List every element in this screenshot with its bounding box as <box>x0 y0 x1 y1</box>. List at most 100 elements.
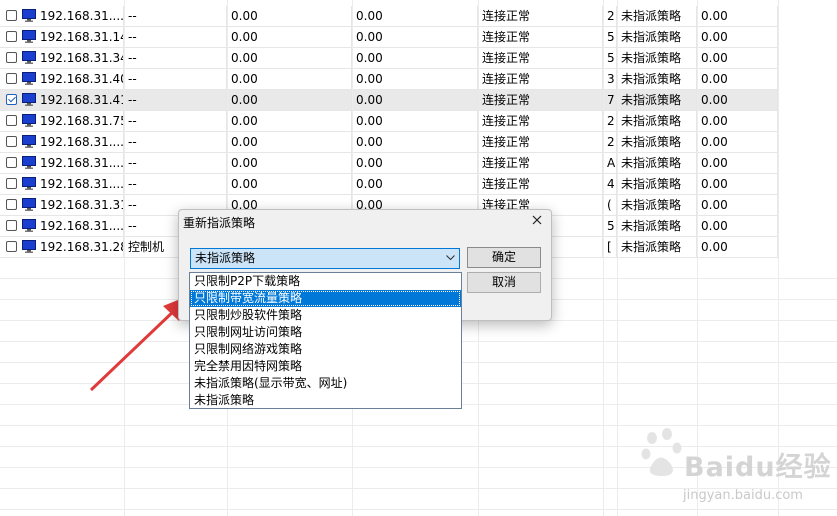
cell-v3: 0.00 <box>697 153 778 173</box>
cell-name: -- <box>124 69 227 89</box>
computer-icon <box>22 30 36 43</box>
table-row[interactable]: 192.168.31.... -- 0.00 0.00 连接正常 2 未指派策略 0.00 <box>0 132 778 153</box>
cell-name: -- <box>124 27 227 47</box>
cell-name: -- <box>124 90 227 110</box>
computer-icon <box>22 114 36 127</box>
dropdown-option[interactable]: 完全禁用因特网策略 <box>190 358 461 375</box>
cell-v2: 0.00 <box>352 6 478 26</box>
computer-icon <box>22 177 36 190</box>
ip-address: 192.168.31.... <box>40 177 124 191</box>
row-checkbox[interactable] <box>6 52 17 63</box>
ip-cell: 192.168.31.41 <box>0 90 124 110</box>
row-checkbox[interactable] <box>6 31 17 42</box>
table-row[interactable]: 192.168.31.... -- 0.00 0.00 连接正常 A 未指派策略 0.00 <box>0 153 778 174</box>
cell-col6: 5 <box>603 216 617 236</box>
cell-status: 连接正常 <box>478 6 603 26</box>
cell-v3: 0.00 <box>697 216 778 236</box>
cell-v2: 0.00 <box>352 132 478 152</box>
row-checkbox[interactable] <box>6 10 17 21</box>
cell-status: 连接正常 <box>478 48 603 68</box>
row-checkbox[interactable] <box>6 136 17 147</box>
ip-cell: 192.168.31.31 <box>0 195 124 215</box>
cell-v2: 0.00 <box>352 48 478 68</box>
ip-cell: 192.168.31.... <box>0 153 124 173</box>
row-checkbox[interactable] <box>6 94 17 105</box>
cell-v3: 0.00 <box>697 90 778 110</box>
watermark-brand: Baidu经验 <box>684 452 832 483</box>
dropdown-option[interactable]: 未指派策略 <box>190 392 461 409</box>
table-row[interactable]: 192.168.31.34 -- 0.00 0.00 连接正常 5 未指派策略 0.00 <box>0 48 778 69</box>
column-divider <box>603 0 604 516</box>
table-row[interactable]: 192.168.31.... -- 0.00 0.00 连接正常 2 未指派策略 0.00 <box>0 6 778 27</box>
cell-status: 连接正常 <box>478 90 603 110</box>
row-checkbox[interactable] <box>6 73 17 84</box>
row-checkbox[interactable] <box>6 220 17 231</box>
cancel-button[interactable]: 取消 <box>467 272 541 293</box>
ip-address: 192.168.31.31 <box>40 198 124 212</box>
table-row[interactable]: 192.168.31.40 -- 0.00 0.00 连接正常 3 未指派策略 0.00 <box>0 69 778 90</box>
table-row[interactable]: 192.168.31.... -- 0.00 0.00 连接正常 4 未指派策略 0.00 <box>0 174 778 195</box>
cell-v3: 0.00 <box>697 6 778 26</box>
cell-v2: 0.00 <box>352 90 478 110</box>
row-checkbox[interactable] <box>6 157 17 168</box>
chevron-down-icon <box>446 255 455 261</box>
cell-v1: 0.00 <box>227 48 352 68</box>
ip-address: 192.168.31.41 <box>40 93 124 107</box>
ip-address: 192.168.31.... <box>40 219 124 233</box>
dropdown-option[interactable]: 只限制网址访问策略 <box>190 324 461 341</box>
table-row[interactable]: 192.168.31.14 -- 0.00 0.00 连接正常 5 未指派策略 0.00 <box>0 27 778 48</box>
ip-address: 192.168.31.34 <box>40 51 124 65</box>
row-checkbox[interactable] <box>6 178 17 189</box>
cell-v3: 0.00 <box>697 69 778 89</box>
dropdown-option[interactable]: 只限制P2P下载策略 <box>190 273 461 290</box>
empty-row <box>0 426 837 447</box>
row-checkbox[interactable] <box>6 199 17 210</box>
cell-status: 连接正常 <box>478 69 603 89</box>
cell-policy: 未指派策略 <box>617 69 697 89</box>
cell-status: 连接正常 <box>478 27 603 47</box>
ip-cell: 192.168.31.... <box>0 216 124 236</box>
cell-policy: 未指派策略 <box>617 216 697 236</box>
ip-cell: 192.168.31.34 <box>0 48 124 68</box>
cell-status: 连接正常 <box>478 153 603 173</box>
cell-policy: 未指派策略 <box>617 6 697 26</box>
cell-col6: 2 <box>603 132 617 152</box>
computer-icon <box>22 72 36 85</box>
row-checkbox[interactable] <box>6 115 17 126</box>
cell-col6: 4 <box>603 174 617 194</box>
cell-policy: 未指派策略 <box>617 195 697 215</box>
ok-button[interactable]: 确定 <box>467 247 541 268</box>
ip-cell: 192.168.31.40 <box>0 69 124 89</box>
cell-col6: ( <box>603 195 617 215</box>
cell-col6: 2 <box>603 111 617 131</box>
dropdown-option[interactable]: 未指派策略(显示带宽、网址) <box>190 375 461 392</box>
cell-v1: 0.00 <box>227 111 352 131</box>
cell-v1: 0.00 <box>227 174 352 194</box>
row-checkbox[interactable] <box>6 241 17 252</box>
ip-address: 192.168.31.14 <box>40 30 124 44</box>
cell-col6: 5 <box>603 48 617 68</box>
ip-address: 192.168.31.75 <box>40 114 124 128</box>
table-row[interactable]: 192.168.31.75 -- 0.00 0.00 连接正常 2 未指派策略 0.00 <box>0 111 778 132</box>
cell-v1: 0.00 <box>227 6 352 26</box>
column-divider <box>697 0 698 516</box>
dropdown-option[interactable]: 只限制带宽流量策略 <box>190 290 461 307</box>
table-row[interactable]: 192.168.31.41 -- 0.00 0.00 连接正常 7 未指派策略 0.00 <box>0 90 778 111</box>
ip-address: 192.168.31.40 <box>40 72 124 86</box>
dropdown-option[interactable]: 只限制网络游戏策略 <box>190 341 461 358</box>
policy-dropdown-list: 只限制P2P下载策略 只限制带宽流量策略 只限制炒股软件策略 只限制网址访问策略 只限制… <box>189 272 462 409</box>
policy-combobox[interactable]: 未指派策略 <box>190 248 460 269</box>
ip-cell: 192.168.31.... <box>0 6 124 26</box>
baidu-paw-logo <box>641 428 682 476</box>
cell-name: -- <box>124 132 227 152</box>
close-icon[interactable] <box>529 212 545 228</box>
dropdown-option[interactable]: 只限制炒股软件策略 <box>190 307 461 324</box>
column-divider <box>124 0 125 516</box>
cell-policy: 未指派策略 <box>617 132 697 152</box>
ip-cell: 192.168.31.14 <box>0 27 124 47</box>
cell-v2: 0.00 <box>352 111 478 131</box>
cell-policy: 未指派策略 <box>617 111 697 131</box>
cell-name: -- <box>124 111 227 131</box>
cell-policy: 未指派策略 <box>617 48 697 68</box>
cell-policy: 未指派策略 <box>617 90 697 110</box>
